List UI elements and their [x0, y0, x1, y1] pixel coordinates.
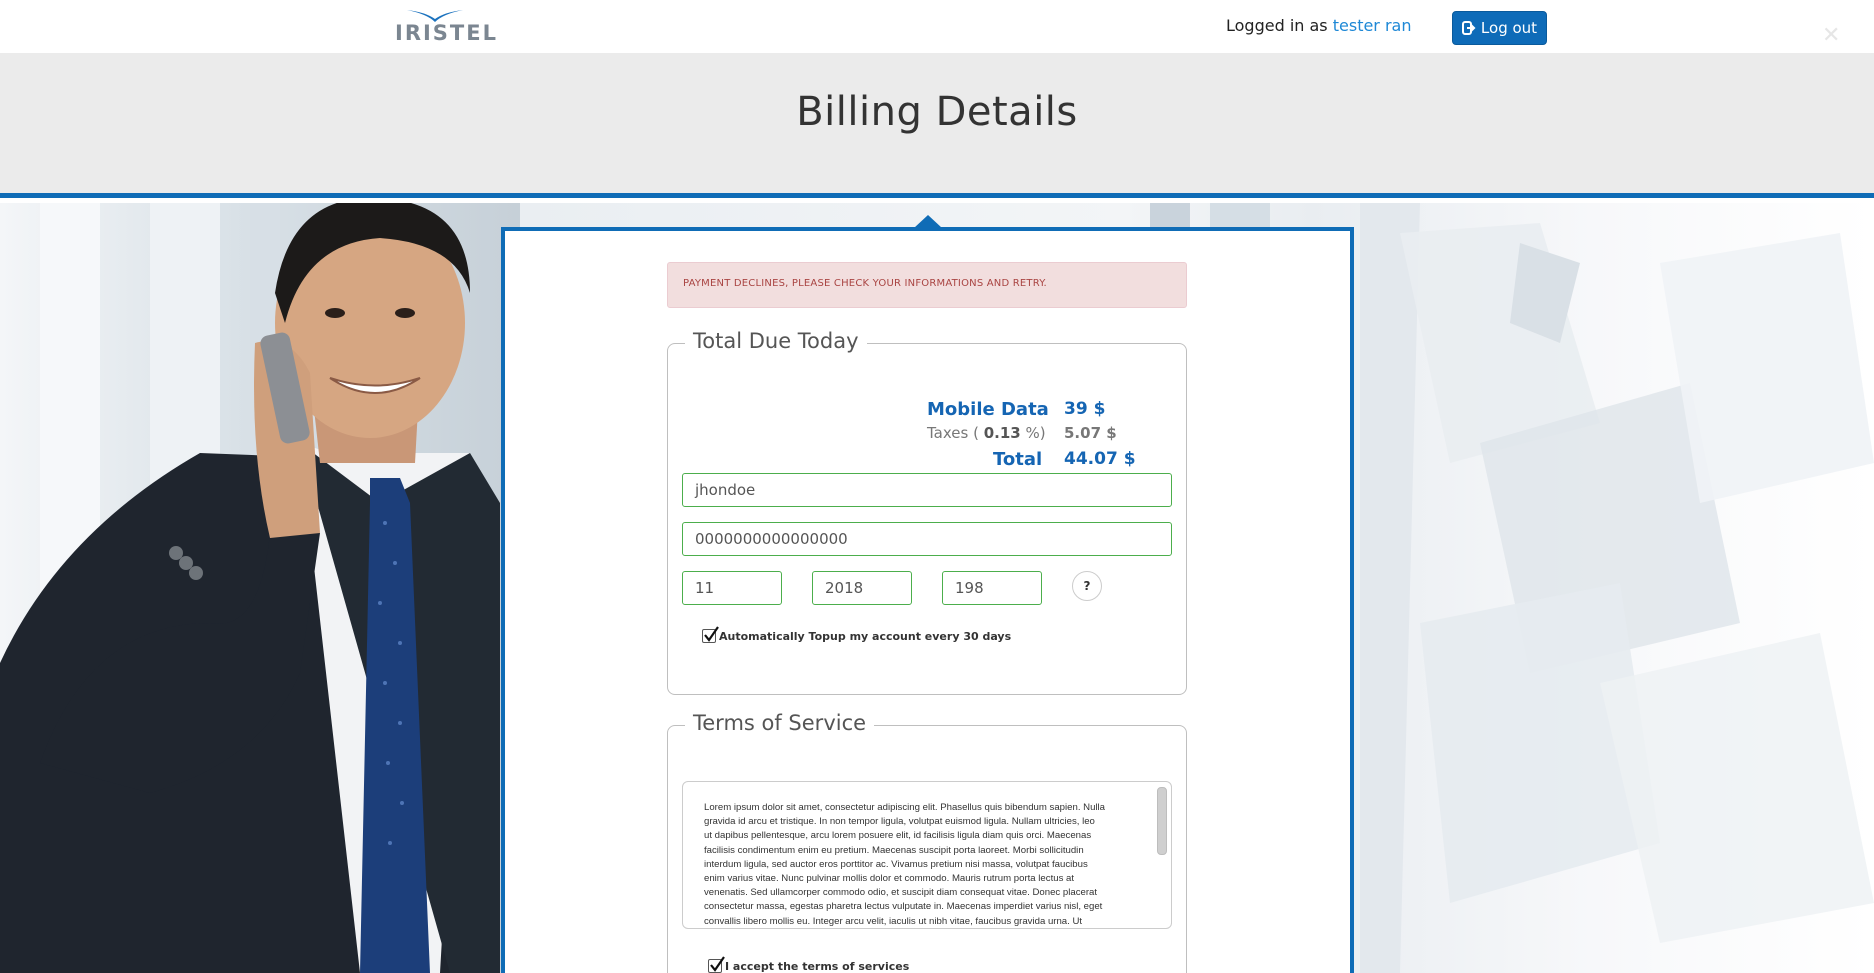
terms-scrollbar[interactable] [1157, 787, 1167, 855]
taxes-rate: 0.13 [983, 424, 1021, 442]
abstract-shapes-decoration [1360, 203, 1874, 973]
logout-label: Log out [1480, 19, 1538, 37]
taxes-label: Taxes ( 0.13 %) [927, 424, 1046, 442]
page-title: Billing Details [796, 89, 1078, 135]
terms-line: interdum ligula, sed auctor eros porttit… [704, 858, 1088, 870]
auto-topup-label: Automatically Topup my account every 30 … [719, 629, 1012, 643]
checkmark-icon [704, 626, 719, 642]
card-number-input[interactable]: 0000000000000000 [682, 522, 1172, 556]
terms-text: Lorem ipsum dolor sit amet, consectetur … [704, 801, 1152, 928]
accept-terms-row: I accept the terms of services [708, 956, 910, 973]
terms-line: Lorem ipsum dolor sit amet, consectetur … [704, 802, 1106, 813]
top-navbar: IRISTEL Logged in as tester ran Log out … [0, 0, 1874, 53]
title-band: Billing Details [0, 53, 1874, 198]
auto-topup-row: Automatically Topup my account every 30 … [702, 626, 1012, 643]
login-prefix: Logged in as [1226, 16, 1328, 35]
login-status: Logged in as tester ran [1226, 16, 1412, 35]
terms-line: enim varius vitae. Nunc pulvinar mollis … [704, 873, 1075, 885]
terms-line: facilisis condimentum enim eu pretium. M… [704, 844, 1084, 856]
taxes-amount: 5.07 $ [1064, 424, 1117, 442]
exp-year-input[interactable]: 2018 [812, 571, 912, 605]
taxes-prefix: Taxes ( [927, 424, 979, 442]
username-link[interactable]: tester ran [1333, 16, 1412, 35]
logout-button[interactable]: Log out [1452, 11, 1547, 45]
terms-line: ut dapibus pellentesque, arcu lorem posu… [704, 830, 1092, 842]
terms-scroll-area[interactable]: Lorem ipsum dolor sit amet, consectetur … [682, 781, 1172, 929]
exp-month-input[interactable]: 11 [682, 571, 782, 605]
checkmark-icon [710, 956, 725, 972]
plan-price: 39 $ [1064, 399, 1106, 419]
cardholder-name-input[interactable]: jhondoe [682, 473, 1172, 507]
payment-error-alert: PAYMENT DECLINES, PLEASE CHECK YOUR INFO… [667, 262, 1187, 308]
terms-line: consectetur massa, egestas pharetra lect… [704, 901, 1103, 913]
total-due-legend: Total Due Today [685, 329, 867, 353]
terms-legend: Terms of Service [685, 711, 875, 735]
total-label: Total [993, 449, 1043, 470]
terms-line: gravida id arcu et tristique. In non tem… [704, 816, 1095, 828]
businessman-photo [0, 203, 500, 973]
terms-line: convallis libero mollis eu. Integer arcu… [704, 915, 1083, 927]
iristel-logo[interactable]: IRISTEL [395, 8, 505, 45]
logo-wordmark: IRISTEL [395, 21, 498, 45]
sign-out-icon [1461, 21, 1476, 35]
total-amount: 44.07 $ [1064, 449, 1136, 469]
auto-topup-checkbox[interactable] [702, 626, 719, 643]
accept-terms-label: I accept the terms of services [725, 959, 910, 973]
accept-terms-checkbox[interactable] [708, 956, 725, 973]
cvv-input[interactable]: 198 [942, 571, 1042, 605]
taxes-suffix: %) [1025, 424, 1046, 442]
close-icon[interactable]: ✕ [1822, 25, 1842, 47]
cvv-help-button[interactable]: ? [1072, 571, 1102, 601]
terms-line: venenatis. Sed ullamcorper commodo odio,… [704, 887, 1098, 899]
plan-label: Mobile Data [927, 399, 1049, 420]
